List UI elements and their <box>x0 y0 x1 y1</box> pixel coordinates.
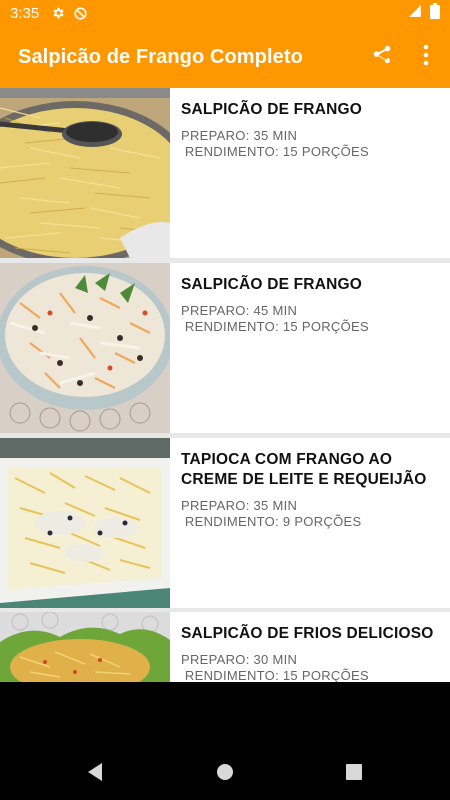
recipe-title: SALPICÃO DE FRANGO <box>181 276 362 293</box>
share-button[interactable] <box>360 35 404 79</box>
share-icon <box>371 44 393 71</box>
app-title: Salpicão de Frango Completo <box>18 45 303 68</box>
recipe-yield: RENDIMENTO: 9 PORÇÕES <box>181 514 362 529</box>
recipe-prep-time: PREPARO: 45 MIN <box>181 303 298 318</box>
more-vert-icon <box>423 44 429 71</box>
recipe-thumbnail <box>0 438 170 608</box>
recipe-yield: RENDIMENTO: 15 PORÇÕES <box>181 668 369 682</box>
recipe-title: TAPIOCA COM FRANGO AO CREME DE LEITE E R… <box>181 451 427 488</box>
recents-icon <box>345 764 363 786</box>
home-icon <box>216 764 234 786</box>
recipe-title: SALPICÃO DE FRANGO <box>181 101 362 118</box>
recipe-prep-time: PREPARO: 35 MIN <box>181 498 298 513</box>
recipe-card[interactable]: SALPICÃO DE FRANGO PREPARO: 45 MIN RENDI… <box>0 263 450 433</box>
gear-icon <box>51 6 65 20</box>
recipe-yield: RENDIMENTO: 15 PORÇÕES <box>181 319 369 334</box>
recipe-title: SALPICÃO DE FRIOS DELICIOSO <box>181 625 434 642</box>
recipe-thumbnail <box>0 88 170 258</box>
recipe-yield: RENDIMENTO: 15 PORÇÕES <box>181 144 369 159</box>
recipe-prep-time: PREPARO: 30 MIN <box>181 652 298 667</box>
back-button[interactable] <box>86 762 104 787</box>
recipe-thumbnail <box>0 612 170 682</box>
recipe-thumbnail <box>0 263 170 433</box>
recipe-card[interactable]: SALPICÃO DE FRANGO PREPARO: 35 MIN RENDI… <box>0 88 450 258</box>
status-bar: 3:35 <box>0 0 450 26</box>
status-time: 3:35 <box>10 4 40 22</box>
recipe-card[interactable]: TAPIOCA COM FRANGO AO CREME DE LEITE E R… <box>0 438 450 608</box>
recipe-prep-time: PREPARO: 35 MIN <box>181 128 298 143</box>
recipe-card[interactable]: SALPICÃO DE FRIOS DELICIOSO PREPARO: 30 … <box>0 612 450 682</box>
back-icon <box>86 763 104 786</box>
app-bar: Salpicão de Frango Completo <box>0 26 450 88</box>
recents-button[interactable] <box>345 762 363 787</box>
signal-icon <box>408 4 422 22</box>
data-saver-icon <box>73 6 88 21</box>
more-options-button[interactable] <box>404 35 448 79</box>
recipe-list[interactable]: SALPICÃO DE FRANGO PREPARO: 35 MIN RENDI… <box>0 88 450 682</box>
home-button[interactable] <box>216 762 234 787</box>
battery-icon <box>430 3 440 23</box>
